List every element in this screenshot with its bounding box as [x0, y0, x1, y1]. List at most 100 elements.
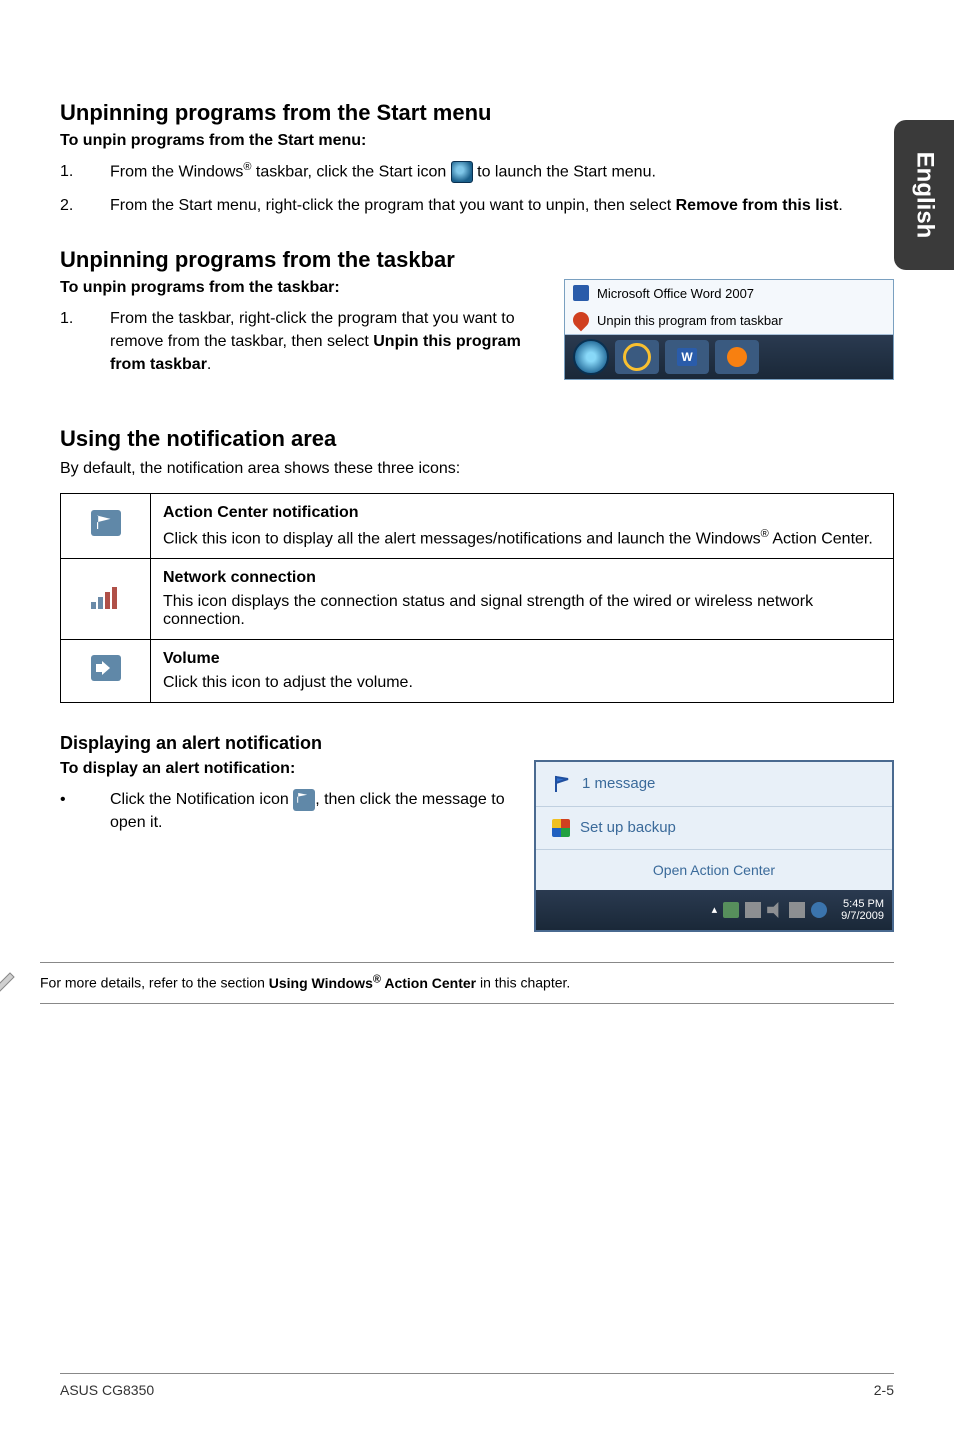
flag-icon [552, 774, 572, 794]
menu-label: Microsoft Office Word 2007 [597, 286, 754, 301]
text: to launch the Start menu. [473, 163, 656, 180]
table-row: Volume Click this icon to adjust the vol… [61, 639, 894, 702]
list-number: 1. [60, 307, 110, 377]
text: This icon displays the connection status… [163, 593, 813, 628]
icon-table: Action Center notification Click this ic… [60, 493, 894, 703]
subheading-alert: To display an alert notification: [60, 760, 514, 778]
start-icon [451, 161, 473, 183]
tray-icon[interactable] [723, 902, 739, 918]
notification-icon [293, 789, 315, 811]
bullet: • [60, 788, 110, 834]
notification-desc: By default, the notification area shows … [60, 458, 894, 480]
time: 5:45 PM [841, 898, 884, 910]
list-body: Click the Notification icon , then click… [110, 788, 514, 834]
alert-backup-row[interactable]: Set up backup [536, 807, 892, 850]
note-text: For more details, refer to the section U… [40, 975, 570, 991]
unpin-icon [570, 308, 593, 331]
table-row: Action Center notification Click this ic… [61, 493, 894, 558]
text: Click this icon to display all the alert… [163, 530, 761, 547]
registered-mark: ® [761, 528, 769, 540]
list-body: From the Windows® taskbar, click the Sta… [110, 160, 894, 184]
icon-cell [61, 493, 151, 558]
row-title: Action Center notification [163, 504, 881, 522]
text: From the Windows [110, 163, 243, 180]
registered-mark: ® [373, 973, 381, 985]
pen-icon [0, 963, 20, 1003]
text: . [838, 197, 842, 214]
tray-icon[interactable] [811, 902, 827, 918]
list-item: 1. From the Windows® taskbar, click the … [60, 160, 894, 184]
network-icon [91, 583, 121, 609]
start-button[interactable] [573, 339, 609, 375]
word-button[interactable] [665, 340, 709, 374]
tray-chevron-icon[interactable]: ▴ [712, 903, 718, 916]
bold-text: Remove from this list [676, 197, 839, 214]
bold-text: Action Center [381, 975, 476, 991]
section-alert-notification: Displaying an alert notification To disp… [60, 733, 894, 932]
tray-volume-icon[interactable] [767, 902, 783, 918]
desc-cell: Volume Click this icon to adjust the vol… [151, 639, 894, 702]
list-number: 1. [60, 160, 110, 184]
shield-icon [552, 819, 570, 837]
volume-icon [91, 655, 121, 681]
section-unpin-taskbar: Unpinning programs from the taskbar To u… [60, 247, 894, 397]
icon-cell [61, 639, 151, 702]
menu-item-unpin[interactable]: Unpin this program from taskbar [565, 307, 893, 334]
list-item: 1. From the taskbar, right-click the pro… [60, 307, 544, 377]
list-unpin-start: 1. From the Windows® taskbar, click the … [60, 160, 894, 217]
section-unpin-start: Unpinning programs from the Start menu T… [60, 100, 894, 217]
list-item: • Click the Notification icon , then cli… [60, 788, 514, 834]
text: Click the Notification icon [110, 791, 293, 808]
menu-item-word[interactable]: Microsoft Office Word 2007 [565, 280, 893, 307]
word-icon [573, 285, 589, 301]
list-unpin-taskbar: 1. From the taskbar, right-click the pro… [60, 307, 544, 377]
taskbar [565, 335, 893, 379]
note-box: For more details, refer to the section U… [40, 962, 894, 1004]
alert-message-row[interactable]: 1 message [536, 762, 892, 807]
heading-unpin-taskbar: Unpinning programs from the taskbar [60, 247, 894, 273]
text: Action Center. [769, 530, 873, 547]
footer-page-number: 2-5 [874, 1382, 894, 1398]
heading-unpin-start: Unpinning programs from the Start menu [60, 100, 894, 126]
text: . [207, 356, 211, 373]
row-title: Volume [163, 650, 881, 668]
action-center-icon [91, 510, 121, 536]
text: in this chapter. [476, 975, 570, 991]
alert-screenshot: 1 message Set up backup Open Action Cent… [534, 760, 894, 932]
footer-product: ASUS CG8350 [60, 1382, 154, 1398]
desc-cell: Network connection This icon displays th… [151, 558, 894, 639]
text: taskbar, click the Start icon [251, 163, 450, 180]
text: From the Start menu, right-click the pro… [110, 197, 676, 214]
heading-alert: Displaying an alert notification [60, 733, 894, 754]
message-count: 1 message [582, 775, 655, 792]
subheading-unpin-start: To unpin programs from the Start menu: [60, 132, 894, 150]
clock[interactable]: 5:45 PM 9/7/2009 [841, 898, 884, 922]
tray-taskbar: ▴ 5:45 PM 9/7/2009 [536, 890, 892, 930]
ie-button[interactable] [615, 340, 659, 374]
page-footer: ASUS CG8350 2-5 [60, 1373, 894, 1398]
media-button[interactable] [715, 340, 759, 374]
bold-text: Using Windows [269, 975, 373, 991]
list-body: From the taskbar, right-click the progra… [110, 307, 544, 377]
heading-notification: Using the notification area [60, 426, 894, 452]
subheading-unpin-taskbar: To unpin programs from the taskbar: [60, 279, 544, 297]
text: Click this icon to adjust the volume. [163, 674, 413, 691]
open-action-center-link[interactable]: Open Action Center [536, 850, 892, 890]
icon-cell [61, 558, 151, 639]
menu-label: Unpin this program from taskbar [597, 313, 783, 328]
row-title: Network connection [163, 569, 881, 587]
list-item: 2. From the Start menu, right-click the … [60, 194, 894, 217]
tray-flag-icon[interactable] [789, 902, 805, 918]
list-number: 2. [60, 194, 110, 217]
list-alert: • Click the Notification icon , then cli… [60, 788, 514, 834]
text: For more details, refer to the section [40, 975, 269, 991]
context-menu: Microsoft Office Word 2007 Unpin this pr… [565, 280, 893, 335]
backup-label: Set up backup [580, 819, 676, 836]
page-content: Unpinning programs from the Start menu T… [0, 0, 954, 1044]
date: 9/7/2009 [841, 910, 884, 922]
link-label: Open Action Center [653, 862, 775, 878]
table-row: Network connection This icon displays th… [61, 558, 894, 639]
section-notification-area: Using the notification area By default, … [60, 426, 894, 703]
desc-cell: Action Center notification Click this ic… [151, 493, 894, 558]
tray-network-icon[interactable] [745, 902, 761, 918]
